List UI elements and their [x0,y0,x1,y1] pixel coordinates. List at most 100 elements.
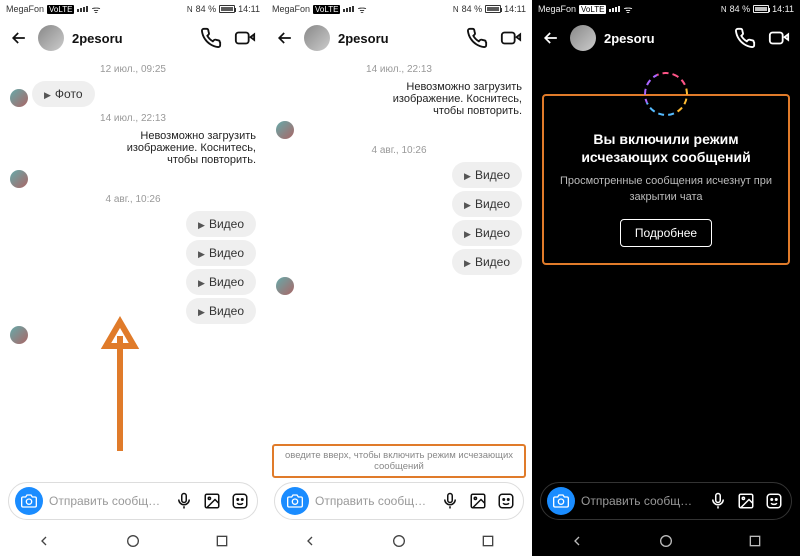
back-button[interactable] [274,27,296,49]
play-icon [464,168,471,182]
signal-icon [609,6,620,12]
battery-icon [219,5,235,13]
play-icon [464,226,471,240]
nav-recent-icon[interactable] [214,533,230,549]
gallery-icon[interactable] [735,490,757,512]
carrier-tag: VoLTE [47,5,74,14]
sender-avatar [10,170,28,188]
battery-pct: 84 % [730,4,751,14]
gallery-icon[interactable] [201,490,223,512]
camera-button[interactable] [281,487,309,515]
mic-icon[interactable] [707,490,729,512]
vanish-subtitle: Просмотренные сообщения исчезнут при зак… [552,174,780,205]
nav-home-icon[interactable] [658,533,674,549]
wifi-icon [623,2,632,16]
sticker-icon[interactable] [495,490,517,512]
timestamp: 14 июл., 22:13 [276,64,522,75]
play-icon [198,275,205,289]
clock: 14:11 [772,4,794,14]
nav-recent-icon[interactable] [480,533,496,549]
message-composer[interactable]: Отправить сообщ… [274,482,524,520]
message-input[interactable]: Отправить сообщ… [581,494,701,508]
wifi-icon [357,2,366,16]
carrier-label: MegaFon [272,4,310,14]
carrier-tag: VoLTE [579,5,606,14]
status-bar: MegaFon VoLTE N 84 % 14:11 [0,0,266,18]
carrier-label: MegaFon [6,4,44,14]
back-button[interactable] [540,27,562,49]
message-input[interactable]: Отправить сообщ… [315,494,433,508]
mic-icon[interactable] [173,490,195,512]
battery-pct: 84 % [462,4,483,14]
call-icon[interactable] [464,25,490,51]
avatar[interactable] [38,25,64,51]
video-message[interactable]: Видео [452,191,522,217]
camera-button[interactable] [547,487,575,515]
message-input[interactable]: Отправить сообщ… [49,494,167,508]
call-icon[interactable] [732,25,758,51]
nav-back-icon[interactable] [569,533,585,549]
image-load-error[interactable]: Невозможно загрузить изображение. Коснит… [126,130,256,166]
timestamp: 14 июл., 22:13 [10,113,256,124]
username[interactable]: 2pesoru [604,31,724,46]
swipe-hint: оведите вверх, чтобы включить режим исче… [272,444,526,478]
nav-back-icon[interactable] [302,533,318,549]
status-bar: MegaFon VoLTE N 84 % 14:11 [266,0,532,18]
chat-header: 2pesoru [266,18,532,58]
photo-message[interactable]: Фото [32,81,95,107]
nfc-icon: N [721,5,727,14]
video-call-icon[interactable] [498,25,524,51]
video-message[interactable]: Видео [186,240,256,266]
sender-avatar [10,89,28,107]
android-navbar [266,526,532,556]
avatar[interactable] [570,25,596,51]
timestamp: 12 июл., 09:25 [10,64,256,75]
sender-avatar [276,121,294,139]
video-message[interactable]: Видео [452,249,522,275]
timestamp: 4 авг., 10:26 [276,145,522,156]
message-composer[interactable]: Отправить сообщ… [8,482,258,520]
nfc-icon: N [453,5,459,14]
video-message[interactable]: Видео [186,269,256,295]
nav-home-icon[interactable] [125,533,141,549]
vanish-mode-card: Вы включили режим исчезающих сообщений П… [542,94,790,265]
wifi-icon [91,2,100,16]
video-message[interactable]: Видео [186,211,256,237]
status-bar: MegaFon VoLTE N 84 % 14:11 [532,0,800,18]
nav-back-icon[interactable] [36,533,52,549]
username[interactable]: 2pesoru [72,31,190,46]
sticker-icon[interactable] [763,490,785,512]
battery-pct: 84 % [196,4,217,14]
timestamp: 4 авг., 10:26 [10,194,256,205]
gallery-icon[interactable] [467,490,489,512]
nav-home-icon[interactable] [391,533,407,549]
message-composer[interactable]: Отправить сообщ… [540,482,792,520]
video-call-icon[interactable] [766,25,792,51]
play-icon [464,197,471,211]
nfc-icon: N [187,5,193,14]
video-message[interactable]: Видео [186,298,256,324]
sticker-icon[interactable] [229,490,251,512]
vanish-ring-icon [644,72,688,116]
learn-more-button[interactable]: Подробнее [620,219,712,247]
clock: 14:11 [238,4,260,14]
chat-header: 2pesoru [532,18,800,58]
play-icon [198,246,205,260]
video-message[interactable]: Видео [452,220,522,246]
signal-icon [343,6,354,12]
play-icon [44,87,51,101]
image-load-error[interactable]: Невозможно загрузить изображение. Коснит… [392,81,522,117]
call-icon[interactable] [198,25,224,51]
video-call-icon[interactable] [232,25,258,51]
clock: 14:11 [504,4,526,14]
nav-recent-icon[interactable] [747,533,763,549]
back-button[interactable] [8,27,30,49]
play-icon [464,255,471,269]
username[interactable]: 2pesoru [338,31,456,46]
mic-icon[interactable] [439,490,461,512]
video-message[interactable]: Видео [452,162,522,188]
android-navbar [532,526,800,556]
camera-button[interactable] [15,487,43,515]
avatar[interactable] [304,25,330,51]
battery-icon [753,5,769,13]
